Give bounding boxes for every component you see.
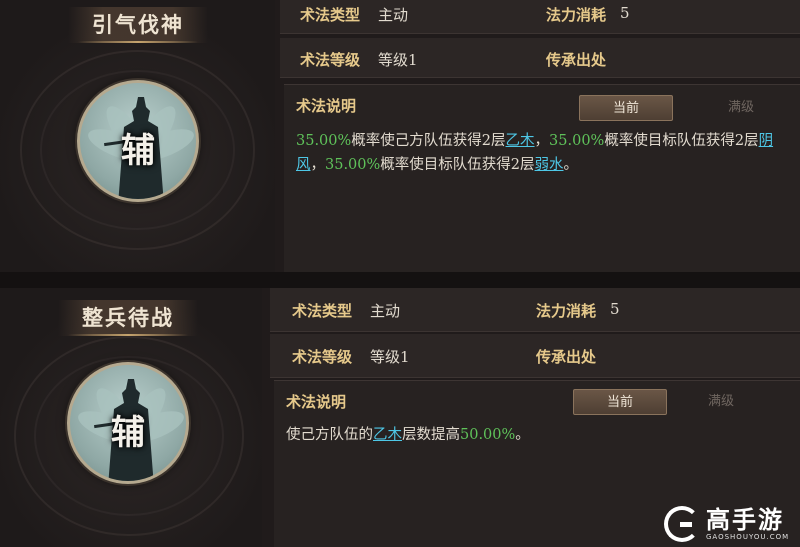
general-portrait: 辅	[77, 80, 199, 202]
desc-fragment: 概率使目标队伍获得2层	[604, 133, 759, 149]
desc-fragment: 。	[515, 427, 530, 443]
buff-link-yimu[interactable]: 乙木	[373, 427, 402, 443]
mana-cost-label: 法力消耗	[536, 302, 597, 320]
spell-type-value: 主动	[378, 6, 409, 24]
tab-current[interactable]: 当前	[579, 95, 673, 121]
skill-card-2: 整兵待战 辅 术法类型 主动 法力消耗 5 术法等级 等级1 传承出处 术法说明…	[0, 288, 800, 547]
desc-fragment: 概率使己方队伍获得2层	[351, 133, 506, 149]
desc-fragment: ，	[534, 133, 550, 149]
general-portrait: 辅	[67, 362, 189, 484]
spell-level-value: 等级1	[378, 51, 418, 69]
card-divider	[0, 272, 800, 288]
percent-value: 35.00%	[325, 157, 381, 173]
site-watermark: 高手游 GAOSHOUYOU.COM	[664, 503, 794, 545]
description-text: 使己方队伍的乙木层数提高50.00%。	[286, 423, 786, 447]
info-row-level: 术法等级 等级1 传承出处	[280, 38, 800, 78]
desc-fragment: 。	[563, 157, 579, 173]
tab-current[interactable]: 当前	[573, 389, 667, 415]
description-title: 术法说明	[286, 393, 347, 411]
mana-cost-value: 5	[610, 300, 620, 318]
desc-fragment: 概率使目标队伍获得2层	[380, 157, 535, 173]
skill-info: 术法类型 主动 法力消耗 5 术法等级 等级1 传承出处 术法说明 当前 满级 …	[280, 0, 800, 272]
skill-emblem-panel: 引气伐神 辅	[0, 0, 275, 272]
info-row-type: 术法类型 主动 法力消耗 5	[280, 0, 800, 34]
description-title: 术法说明	[296, 97, 357, 115]
inheritance-source-label: 传承出处	[546, 51, 607, 69]
desc-fragment: ，	[310, 157, 326, 173]
role-label: 辅	[121, 131, 155, 171]
buff-link-yimu[interactable]: 乙木	[506, 133, 535, 149]
watermark-domain: GAOSHOUYOU.COM	[706, 533, 790, 541]
g-logo-icon	[664, 506, 700, 542]
skill-title: 引气伐神	[68, 7, 208, 43]
info-row-type: 术法类型 主动 法力消耗 5	[270, 288, 800, 332]
buff-link-ruoshui[interactable]: 弱水	[535, 157, 564, 173]
desc-fragment: 使己方队伍的	[286, 427, 373, 443]
info-row-level: 术法等级 等级1 传承出处	[270, 334, 800, 378]
desc-fragment: 层数提高	[402, 427, 460, 443]
percent-value: 50.00%	[460, 427, 516, 443]
inheritance-source-label: 传承出处	[536, 348, 597, 366]
description-text: 35.00%概率使己方队伍获得2层乙木，35.00%概率使目标队伍获得2层阴风，…	[296, 129, 786, 177]
role-label: 辅	[111, 413, 145, 453]
description-box: 术法说明 当前 满级 35.00%概率使己方队伍获得2层乙木，35.00%概率使…	[284, 84, 800, 272]
spell-level-label: 术法等级	[300, 51, 361, 69]
spell-type-label: 术法类型	[300, 6, 361, 24]
tab-max-level[interactable]: 满级	[674, 389, 768, 415]
spell-level-label: 术法等级	[292, 348, 353, 366]
percent-value: 35.00%	[296, 133, 352, 149]
skill-emblem-panel: 整兵待战 辅	[0, 288, 262, 547]
percent-value: 35.00%	[549, 133, 605, 149]
skill-card-1: 引气伐神 辅 术法类型 主动 法力消耗 5 术法等级 等级1 传承出处 术法说明…	[0, 0, 800, 272]
spell-type-label: 术法类型	[292, 302, 353, 320]
mana-cost-value: 5	[620, 4, 630, 22]
tab-max-level[interactable]: 满级	[694, 95, 788, 121]
skill-title: 整兵待战	[58, 300, 198, 336]
spell-level-value: 等级1	[370, 348, 410, 366]
spell-type-value: 主动	[370, 302, 401, 320]
watermark-brand: 高手游	[706, 506, 784, 534]
mana-cost-label: 法力消耗	[546, 6, 607, 24]
